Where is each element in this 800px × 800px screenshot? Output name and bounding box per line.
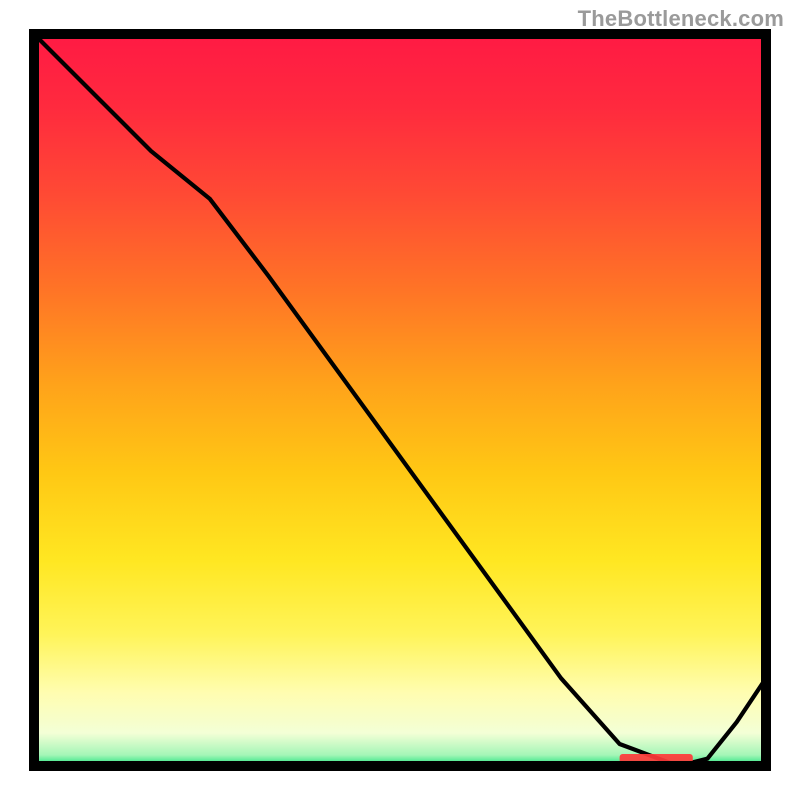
chart-svg — [0, 0, 800, 800]
